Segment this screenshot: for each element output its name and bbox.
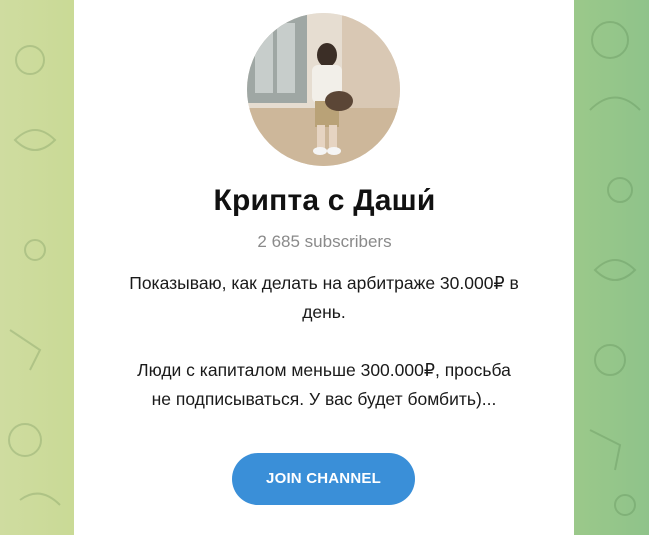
description-line: Показываю, как делать на арбитраже 30.00… (129, 273, 519, 293)
description-line: день. (302, 302, 346, 322)
join-channel-button[interactable]: JOIN CHANNEL (232, 453, 415, 505)
channel-avatar (247, 13, 400, 166)
channel-description: Показываю, как делать на арбитраже 30.00… (90, 269, 558, 414)
description-line: не подписываться. У вас будет бомбить)..… (151, 389, 497, 409)
channel-title: Крипта с Даши́ (213, 184, 436, 217)
subscriber-count: 2 685 subscribers (257, 232, 392, 251)
avatar-photo-icon (247, 13, 400, 166)
description-line: Люди с капиталом меньше 300.000₽, просьб… (137, 360, 511, 380)
